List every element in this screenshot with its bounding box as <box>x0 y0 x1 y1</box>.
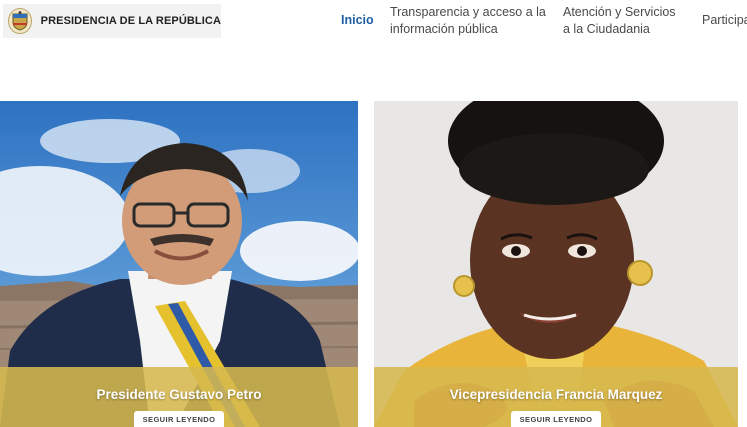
card-caption-overlay: Vicepresidencia Francia Marquez SEGUIR L… <box>374 367 738 427</box>
coat-of-arms-icon <box>8 8 32 34</box>
nav-label-line: información pública <box>390 22 498 36</box>
nav-link-atencion[interactable]: Atención y Servicios a la Ciudadania <box>563 4 676 38</box>
brand-logo-link[interactable]: PRESIDENCIA DE LA REPÚBLICA <box>3 4 221 38</box>
card-caption-overlay: Presidente Gustavo Petro SEGUIR LEYENDO <box>0 367 358 427</box>
nav-link-transparencia[interactable]: Transparencia y acceso a la información … <box>390 4 546 38</box>
nav-label-line: Atención y Servicios <box>563 5 676 19</box>
read-more-button[interactable]: SEGUIR LEYENDO <box>511 411 601 427</box>
top-navigation-bar: PRESIDENCIA DE LA REPÚBLICA Inicio Trans… <box>0 0 747 48</box>
card-title: Vicepresidencia Francia Marquez <box>449 387 663 402</box>
nav-label-line: Transparencia y acceso a la <box>390 5 546 19</box>
nav-link-inicio[interactable]: Inicio <box>341 12 374 29</box>
vicepresident-card[interactable]: Vicepresidencia Francia Marquez SEGUIR L… <box>374 101 738 427</box>
read-more-button[interactable]: SEGUIR LEYENDO <box>134 411 224 427</box>
president-card[interactable]: Presidente Gustavo Petro SEGUIR LEYENDO <box>0 101 358 427</box>
brand-name: PRESIDENCIA DE LA REPÚBLICA <box>40 15 221 27</box>
nav-link-participa[interactable]: Participa <box>702 12 747 29</box>
nav-label-line: a la Ciudadania <box>563 22 650 36</box>
card-title: Presidente Gustavo Petro <box>96 387 262 402</box>
